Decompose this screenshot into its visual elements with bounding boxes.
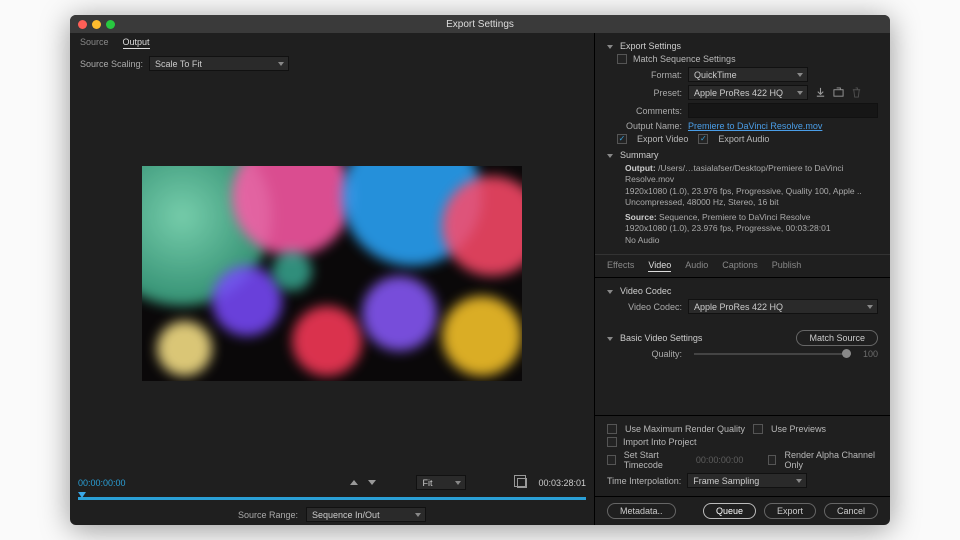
summary-source: Source: Sequence, Premiere to DaVinci Re… [607, 212, 878, 246]
comments-label: Comments: [617, 106, 682, 116]
use-max-render-label: Use Maximum Render Quality [625, 424, 745, 434]
use-previews-checkbox[interactable] [753, 424, 763, 434]
match-sequence-checkbox[interactable] [617, 54, 627, 64]
video-codec-label: Video Codec: [617, 302, 682, 312]
step-back-icon[interactable] [350, 480, 358, 485]
export-settings-window: Export Settings Source Output Source Sca… [70, 15, 890, 525]
timecode-end: 00:03:28:01 [538, 478, 586, 488]
render-alpha-label: Render Alpha Channel Only [784, 450, 878, 470]
render-alpha-checkbox[interactable] [768, 455, 777, 465]
set-start-tc-label: Set Start Timecode [624, 450, 688, 470]
chevron-down-icon[interactable] [607, 286, 615, 296]
window-title: Export Settings [446, 19, 514, 30]
zoom-icon[interactable] [106, 20, 115, 29]
step-forward-icon[interactable] [368, 480, 376, 485]
save-preset-icon[interactable] [814, 87, 826, 99]
time-interp-select[interactable]: Frame Sampling [687, 473, 807, 488]
zoom-fit-select[interactable]: Fit [416, 475, 466, 490]
quality-value: 100 [863, 349, 878, 359]
format-label: Format: [617, 70, 682, 80]
tab-source[interactable]: Source [80, 37, 109, 49]
left-panel: Source Output Source Scaling: Scale To F… [70, 33, 595, 525]
titlebar: Export Settings [70, 15, 890, 33]
metadata-button[interactable]: Metadata.. [607, 503, 676, 519]
import-project-label: Import Into Project [623, 437, 697, 447]
output-name-label: Output Name: [617, 121, 682, 131]
export-audio-checkbox[interactable] [698, 134, 708, 144]
cancel-button[interactable]: Cancel [824, 503, 878, 519]
output-name-link[interactable]: Premiere to DaVinci Resolve.mov [688, 121, 822, 131]
summary-header: Summary [620, 150, 659, 160]
preset-label: Preset: [617, 88, 682, 98]
queue-button[interactable]: Queue [703, 503, 756, 519]
source-range-label: Source Range: [238, 510, 298, 520]
export-settings-header: Export Settings [620, 41, 681, 51]
summary-output: Output: /Users/…tasialafser/Desktop/Prem… [607, 163, 878, 209]
video-codec-header: Video Codec [620, 286, 671, 296]
export-button[interactable]: Export [764, 503, 816, 519]
right-panel: Export Settings Match Sequence Settings … [595, 33, 890, 525]
preset-select[interactable]: Apple ProRes 422 HQ [688, 85, 808, 100]
export-audio-label: Export Audio [718, 134, 769, 144]
preview-area [70, 74, 594, 472]
minimize-icon[interactable] [92, 20, 101, 29]
match-source-button[interactable]: Match Source [796, 330, 878, 346]
match-sequence-label: Match Sequence Settings [633, 54, 736, 64]
window-controls [78, 20, 115, 29]
chevron-down-icon[interactable] [607, 41, 615, 51]
source-scaling-label: Source Scaling: [80, 59, 143, 69]
playhead-icon[interactable] [78, 492, 86, 498]
set-start-tc-checkbox[interactable] [607, 455, 616, 465]
import-project-checkbox[interactable] [607, 437, 617, 447]
chevron-down-icon[interactable] [607, 333, 615, 343]
tab-output[interactable]: Output [123, 37, 150, 49]
use-previews-label: Use Previews [771, 424, 826, 434]
video-codec-select[interactable]: Apple ProRes 422 HQ [688, 299, 878, 314]
close-icon[interactable] [78, 20, 87, 29]
quality-slider[interactable] [694, 353, 851, 355]
format-select[interactable]: QuickTime [688, 67, 808, 82]
timeline[interactable] [70, 493, 594, 504]
preview-image [142, 166, 522, 381]
export-video-label: Export Video [637, 134, 688, 144]
tab-captions[interactable]: Captions [722, 260, 758, 272]
use-max-render-checkbox[interactable] [607, 424, 617, 434]
tab-publish[interactable]: Publish [772, 260, 802, 272]
timecode-start[interactable]: 00:00:00:00 [78, 478, 126, 488]
tab-audio[interactable]: Audio [685, 260, 708, 272]
time-interp-label: Time Interpolation: [607, 476, 681, 486]
delete-preset-icon[interactable] [850, 87, 862, 99]
chevron-down-icon[interactable] [607, 150, 615, 160]
import-preset-icon[interactable] [832, 87, 844, 99]
comments-input[interactable] [688, 103, 878, 118]
export-video-checkbox[interactable] [617, 134, 627, 144]
tab-video[interactable]: Video [648, 260, 671, 272]
quality-label: Quality: [617, 349, 682, 359]
start-tc-value: 00:00:00:00 [696, 455, 744, 465]
source-scaling-select[interactable]: Scale To Fit [149, 56, 289, 71]
aspect-crop-icon[interactable] [516, 477, 528, 489]
source-range-select[interactable]: Sequence In/Out [306, 507, 426, 522]
basic-video-header: Basic Video Settings [620, 333, 702, 343]
tab-effects[interactable]: Effects [607, 260, 634, 272]
